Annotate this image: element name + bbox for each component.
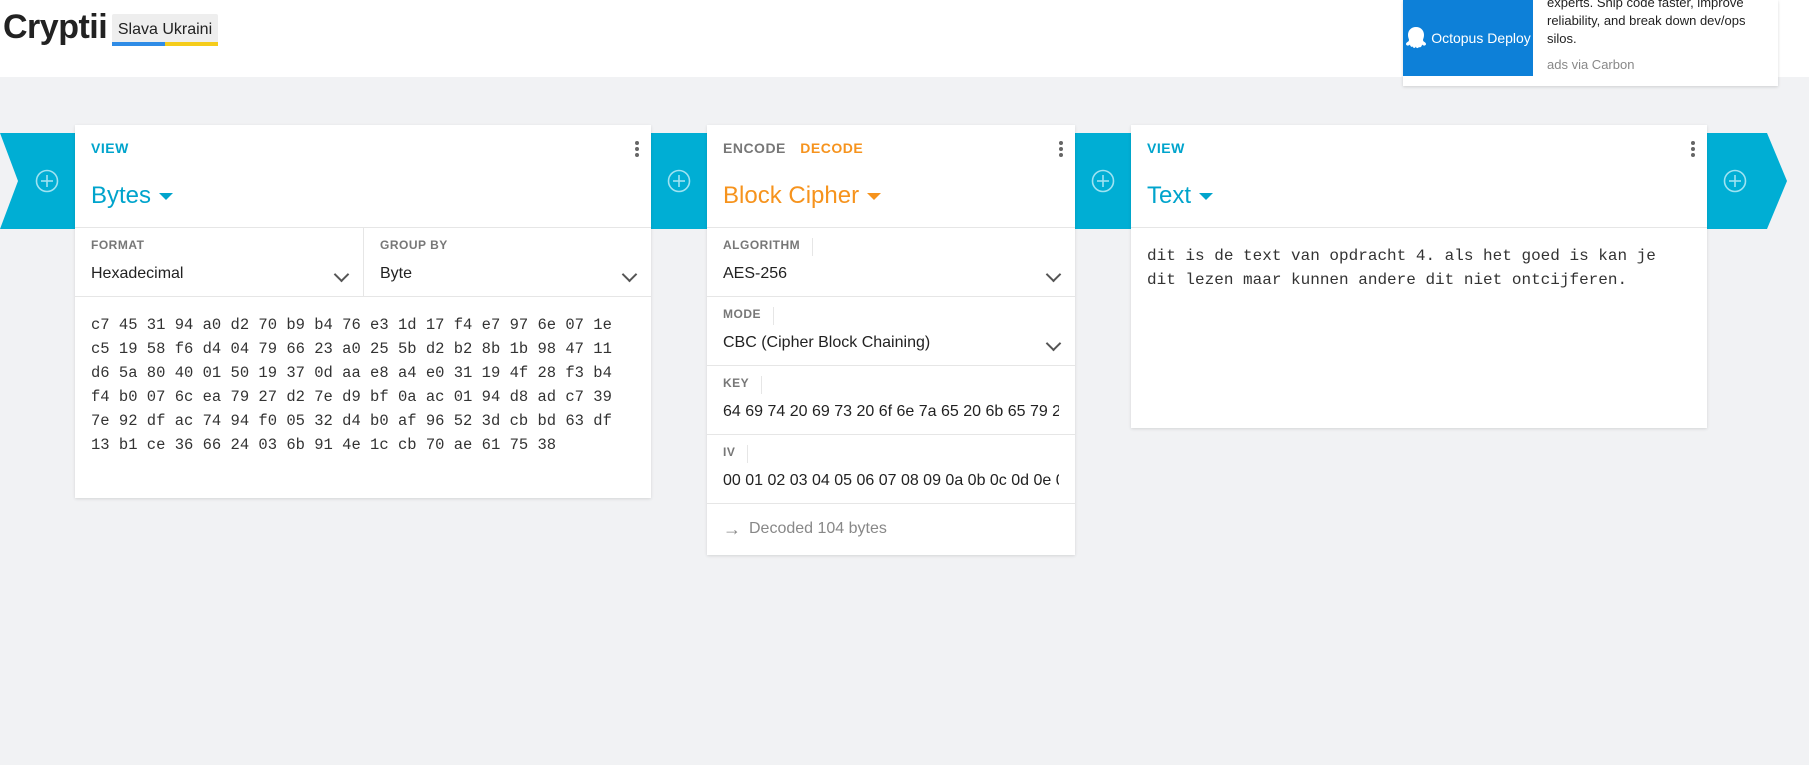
chevron-down-icon (1045, 335, 1062, 352)
chain-left-arrow[interactable] (0, 133, 75, 229)
octopus-deploy-logo[interactable]: Octopus Deploy (1403, 0, 1533, 76)
add-encoder-button-1[interactable] (651, 133, 707, 229)
decode-toggle[interactable]: DECODE (800, 140, 863, 156)
algorithm-select[interactable]: ALGORITHM AES-256 (707, 228, 1075, 297)
card-type-label: ENCODE DECODE (723, 140, 863, 156)
mode-label: MODE (723, 307, 774, 325)
hex-line: 13 b1 ce 36 66 24 03 6b 91 4e 1c cb 70 a… (91, 436, 557, 454)
status-text: Decoded 104 bytes (749, 520, 887, 537)
slava-ukraini-badge[interactable]: Slava Ukraini (112, 14, 218, 46)
card-type-label: VIEW (91, 140, 139, 156)
card-name: Bytes (91, 182, 152, 209)
add-encoder-button-3[interactable] (1707, 133, 1787, 229)
app-title[interactable]: Cryptii (3, 8, 108, 47)
card-header: VIEW Bytes (75, 125, 651, 228)
group-by-value: Byte (380, 265, 413, 282)
text-name-dropdown[interactable]: Text (1147, 182, 1214, 210)
block-cipher-card: ENCODE DECODE Block Cipher ALGORITHM AES… (707, 125, 1075, 555)
iv-field[interactable]: IV 00 01 02 03 04 05 06 07 08 09 0a 0b 0… (707, 435, 1075, 504)
iv-label: IV (723, 445, 749, 463)
badge-label: Slava Ukraini (117, 21, 213, 38)
hex-line: c7 45 31 94 a0 d2 70 b9 b4 76 e3 1d 17 f… (91, 316, 612, 334)
ad-text[interactable]: experts. Ship code faster, improve relia… (1547, 0, 1767, 48)
arrow-right-icon: → (723, 518, 741, 539)
carbon-ad[interactable]: Octopus Deploy experts. Ship code faster… (1403, 0, 1778, 86)
caret-down-icon (867, 192, 882, 200)
card-type-label: VIEW (1147, 140, 1195, 156)
chevron-down-icon (621, 266, 638, 283)
ad-brand: Octopus Deploy (1431, 30, 1531, 46)
more-vert-icon[interactable] (1059, 141, 1063, 157)
more-vert-icon[interactable] (1691, 141, 1695, 157)
more-vert-icon[interactable] (635, 141, 639, 157)
view-label: VIEW (91, 140, 129, 156)
card-name: Block Cipher (723, 182, 860, 209)
text-line: dit lezen maar kunnen andere dit niet on… (1147, 271, 1628, 289)
add-encoder-button-2[interactable] (1075, 133, 1131, 229)
hex-line: f4 b0 07 6c ea 79 27 d2 7e d9 bf 0a ac 0… (91, 388, 612, 406)
text-content-textarea[interactable]: dit is de text van opdracht 4. als het g… (1131, 228, 1707, 308)
hex-line: d6 5a 80 40 01 50 19 37 0d aa e8 a4 e0 3… (91, 364, 612, 382)
format-value: Hexadecimal (91, 265, 184, 282)
format-select[interactable]: FORMAT Hexadecimal (75, 228, 364, 297)
caret-down-icon (159, 192, 174, 200)
block-cipher-dropdown[interactable]: Block Cipher (723, 182, 882, 210)
key-value: 64 69 74 20 69 73 20 6f 6e 7a 65 20 6b 6… (723, 403, 1059, 420)
status-message: → Decoded 104 bytes (707, 504, 1075, 554)
group-by-select[interactable]: GROUP BY Byte (364, 228, 651, 297)
algorithm-label: ALGORITHM (723, 238, 814, 256)
text-view-card: VIEW Text dit is de text van opdracht 4.… (1131, 125, 1707, 428)
iv-value: 00 01 02 03 04 05 06 07 08 09 0a 0b 0c 0… (723, 472, 1059, 489)
bytes-view-card: VIEW Bytes FORMAT Hexadecimal GROUP BY B… (75, 125, 651, 498)
card-header: VIEW Text (1131, 125, 1707, 228)
bytes-content-textarea[interactable]: c7 45 31 94 a0 d2 70 b9 b4 76 e3 1d 17 f… (75, 297, 651, 473)
key-label: KEY (723, 376, 763, 394)
mode-select[interactable]: MODE CBC (Cipher Block Chaining) (707, 297, 1075, 366)
caret-down-icon (1199, 192, 1214, 200)
format-label: FORMAT (91, 238, 145, 252)
hex-line: c5 19 58 f6 d4 04 79 66 23 a0 25 5b d2 b… (91, 340, 612, 358)
ukraine-flag-bar (112, 42, 218, 46)
view-label: VIEW (1147, 140, 1185, 156)
chevron-down-icon (1045, 266, 1062, 283)
octopus-icon (1406, 27, 1427, 49)
group-by-label: GROUP BY (380, 238, 448, 252)
bytes-name-dropdown[interactable]: Bytes (91, 182, 174, 210)
card-header: ENCODE DECODE Block Cipher (707, 125, 1075, 228)
card-name: Text (1147, 182, 1192, 209)
mode-value: CBC (Cipher Block Chaining) (723, 334, 931, 351)
encode-toggle[interactable]: ENCODE (723, 140, 786, 156)
algorithm-value: AES-256 (723, 265, 788, 282)
hex-line: 7e 92 df ac 74 94 f0 05 32 d4 b0 af 96 5… (91, 412, 612, 430)
key-field[interactable]: KEY 64 69 74 20 69 73 20 6f 6e 7a 65 20 … (707, 366, 1075, 435)
ads-via-carbon[interactable]: ads via Carbon (1547, 57, 1634, 72)
chevron-down-icon (333, 266, 350, 283)
text-line: dit is de text van opdracht 4. als het g… (1147, 247, 1656, 265)
